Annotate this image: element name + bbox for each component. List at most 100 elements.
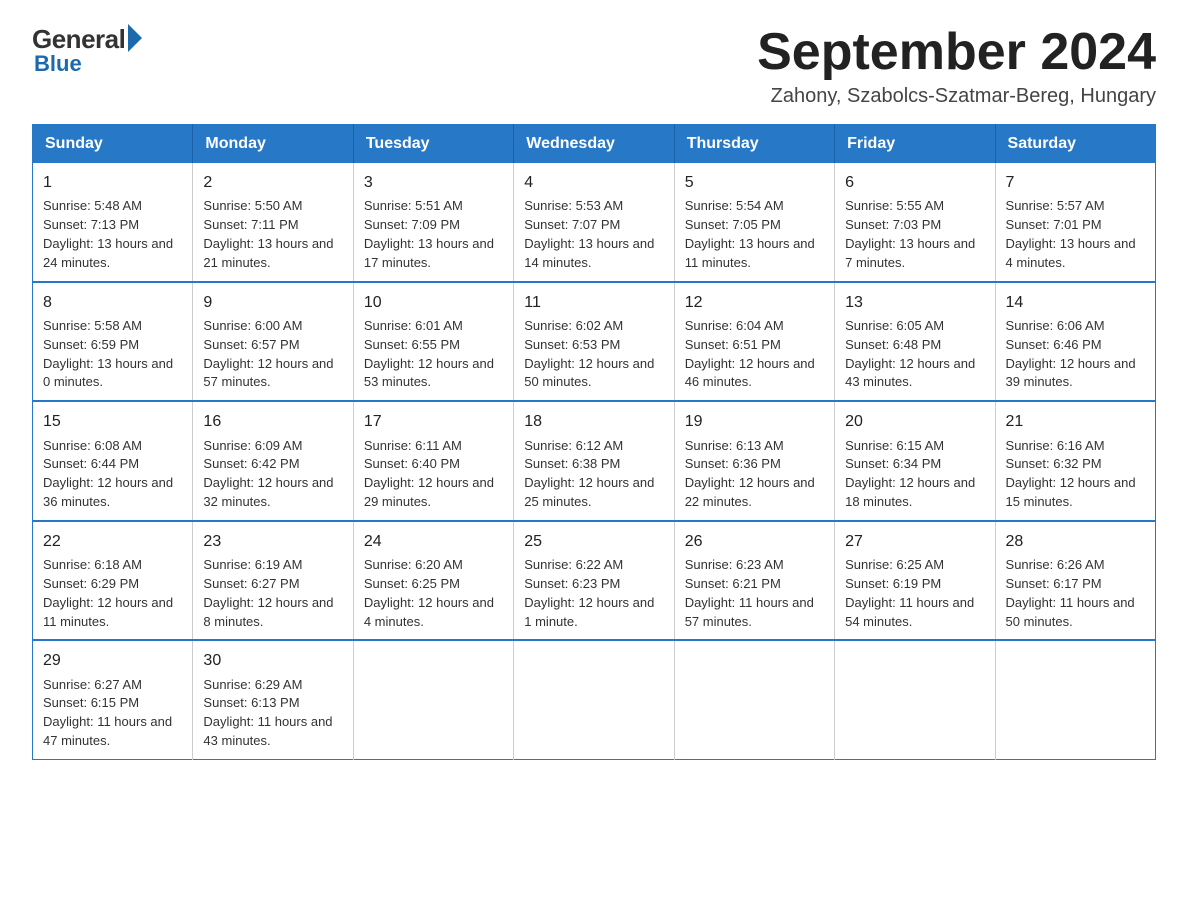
sunrise-text: Sunrise: 6:19 AM bbox=[203, 557, 302, 572]
calendar-cell: 15Sunrise: 6:08 AMSunset: 6:44 PMDayligh… bbox=[33, 401, 193, 521]
calendar-cell: 4Sunrise: 5:53 AMSunset: 7:07 PMDaylight… bbox=[514, 163, 674, 282]
day-number: 1 bbox=[43, 171, 182, 194]
daylight-text: Daylight: 12 hours and 15 minutes. bbox=[1006, 475, 1136, 509]
sunset-text: Sunset: 7:03 PM bbox=[845, 217, 941, 232]
sunrise-text: Sunrise: 5:48 AM bbox=[43, 198, 142, 213]
sunrise-text: Sunrise: 6:18 AM bbox=[43, 557, 142, 572]
sunrise-text: Sunrise: 5:55 AM bbox=[845, 198, 944, 213]
calendar-cell: 25Sunrise: 6:22 AMSunset: 6:23 PMDayligh… bbox=[514, 521, 674, 641]
sunrise-text: Sunrise: 6:25 AM bbox=[845, 557, 944, 572]
daylight-text: Daylight: 13 hours and 11 minutes. bbox=[685, 236, 815, 270]
day-number: 19 bbox=[685, 410, 824, 433]
sunrise-text: Sunrise: 6:11 AM bbox=[364, 438, 462, 453]
day-number: 30 bbox=[203, 649, 342, 672]
day-number: 29 bbox=[43, 649, 182, 672]
sunrise-text: Sunrise: 6:16 AM bbox=[1006, 438, 1105, 453]
daylight-text: Daylight: 13 hours and 0 minutes. bbox=[43, 356, 173, 390]
calendar-cell: 11Sunrise: 6:02 AMSunset: 6:53 PMDayligh… bbox=[514, 282, 674, 402]
day-number: 13 bbox=[845, 291, 984, 314]
sunrise-text: Sunrise: 5:50 AM bbox=[203, 198, 302, 213]
sunrise-text: Sunrise: 6:15 AM bbox=[845, 438, 944, 453]
daylight-text: Daylight: 12 hours and 18 minutes. bbox=[845, 475, 975, 509]
calendar-cell: 16Sunrise: 6:09 AMSunset: 6:42 PMDayligh… bbox=[193, 401, 353, 521]
sunset-text: Sunset: 6:32 PM bbox=[1006, 456, 1102, 471]
calendar-week-row: 1 Sunrise: 5:48 AM Sunset: 7:13 PM Daylight… bbox=[33, 163, 1156, 282]
sunrise-text: Sunrise: 5:51 AM bbox=[364, 198, 463, 213]
day-number: 7 bbox=[1006, 171, 1145, 194]
sunrise-text: Sunrise: 6:09 AM bbox=[203, 438, 302, 453]
sunset-text: Sunset: 7:11 PM bbox=[203, 217, 298, 232]
sunrise-text: Sunrise: 6:23 AM bbox=[685, 557, 784, 572]
calendar-cell: 12Sunrise: 6:04 AMSunset: 6:51 PMDayligh… bbox=[674, 282, 834, 402]
day-number: 2 bbox=[203, 171, 342, 194]
calendar-cell: 3Sunrise: 5:51 AMSunset: 7:09 PMDaylight… bbox=[353, 163, 513, 282]
calendar-cell bbox=[835, 640, 995, 759]
day-number: 4 bbox=[524, 171, 663, 194]
calendar-cell: 27Sunrise: 6:25 AMSunset: 6:19 PMDayligh… bbox=[835, 521, 995, 641]
day-number: 24 bbox=[364, 530, 503, 553]
sunset-text: Sunset: 6:44 PM bbox=[43, 456, 139, 471]
day-number: 15 bbox=[43, 410, 182, 433]
daylight-text: Daylight: 13 hours and 24 minutes. bbox=[43, 236, 173, 270]
calendar-cell: 24Sunrise: 6:20 AMSunset: 6:25 PMDayligh… bbox=[353, 521, 513, 641]
daylight-text: Daylight: 13 hours and 21 minutes. bbox=[203, 236, 333, 270]
daylight-text: Daylight: 12 hours and 57 minutes. bbox=[203, 356, 333, 390]
calendar-header-row: SundayMondayTuesdayWednesdayThursdayFrid… bbox=[33, 125, 1156, 164]
daylight-text: Daylight: 12 hours and 36 minutes. bbox=[43, 475, 173, 509]
sunset-text: Sunset: 6:29 PM bbox=[43, 576, 139, 591]
calendar-week-row: 8Sunrise: 5:58 AMSunset: 6:59 PMDaylight… bbox=[33, 282, 1156, 402]
calendar-cell: 21 Sunrise: 6:16 AM Sunset: 6:32 PM Dayligh… bbox=[995, 401, 1155, 521]
sunrise-text: Sunrise: 6:00 AM bbox=[203, 318, 302, 333]
day-number: 20 bbox=[845, 410, 984, 433]
daylight-text: Daylight: 12 hours and 43 minutes. bbox=[845, 356, 975, 390]
daylight-text: Daylight: 12 hours and 29 minutes. bbox=[364, 475, 494, 509]
sunset-text: Sunset: 6:59 PM bbox=[43, 337, 139, 352]
day-number: 26 bbox=[685, 530, 824, 553]
calendar-cell: 6Sunrise: 5:55 AMSunset: 7:03 PMDaylight… bbox=[835, 163, 995, 282]
sunset-text: Sunset: 6:51 PM bbox=[685, 337, 781, 352]
daylight-text: Daylight: 12 hours and 39 minutes. bbox=[1006, 356, 1136, 390]
sunrise-text: Sunrise: 6:29 AM bbox=[203, 677, 302, 692]
day-number: 6 bbox=[845, 171, 984, 194]
sunrise-text: Sunrise: 6:13 AM bbox=[685, 438, 784, 453]
day-number: 21 bbox=[1006, 410, 1145, 433]
calendar-cell: 9Sunrise: 6:00 AMSunset: 6:57 PMDaylight… bbox=[193, 282, 353, 402]
day-number: 16 bbox=[203, 410, 342, 433]
sunset-text: Sunset: 7:01 PM bbox=[1006, 217, 1102, 232]
sunset-text: Sunset: 6:55 PM bbox=[364, 337, 460, 352]
calendar-table: SundayMondayTuesdayWednesdayThursdayFrid… bbox=[32, 124, 1156, 760]
sunset-text: Sunset: 6:48 PM bbox=[845, 337, 941, 352]
sunrise-text: Sunrise: 5:54 AM bbox=[685, 198, 784, 213]
day-number: 12 bbox=[685, 291, 824, 314]
day-number: 8 bbox=[43, 291, 182, 314]
calendar-cell: 14Sunrise: 6:06 AMSunset: 6:46 PMDayligh… bbox=[995, 282, 1155, 402]
calendar-cell: 18Sunrise: 6:12 AMSunset: 6:38 PMDayligh… bbox=[514, 401, 674, 521]
sunset-text: Sunset: 6:46 PM bbox=[1006, 337, 1102, 352]
sunset-text: Sunset: 7:13 PM bbox=[43, 217, 139, 232]
calendar-cell: 30Sunrise: 6:29 AMSunset: 6:13 PMDayligh… bbox=[193, 640, 353, 759]
daylight-text: Daylight: 11 hours and 54 minutes. bbox=[845, 595, 974, 629]
sunset-text: Sunset: 6:57 PM bbox=[203, 337, 299, 352]
calendar-cell: 28Sunrise: 6:26 AMSunset: 6:17 PMDayligh… bbox=[995, 521, 1155, 641]
day-number: 14 bbox=[1006, 291, 1145, 314]
day-number: 3 bbox=[364, 171, 503, 194]
daylight-text: Daylight: 11 hours and 47 minutes. bbox=[43, 714, 172, 748]
sunset-text: Sunset: 6:27 PM bbox=[203, 576, 299, 591]
sunset-text: Sunset: 6:25 PM bbox=[364, 576, 460, 591]
sunset-text: Sunset: 6:21 PM bbox=[685, 576, 781, 591]
day-number: 22 bbox=[43, 530, 182, 553]
sunrise-text: Sunrise: 6:05 AM bbox=[845, 318, 944, 333]
calendar-cell bbox=[995, 640, 1155, 759]
daylight-text: Daylight: 11 hours and 57 minutes. bbox=[685, 595, 814, 629]
daylight-text: Daylight: 12 hours and 32 minutes. bbox=[203, 475, 333, 509]
calendar-week-row: 22 Sunrise: 6:18 AM Sunset: 6:29 PM Dayligh… bbox=[33, 521, 1156, 641]
calendar-cell: 22 Sunrise: 6:18 AM Sunset: 6:29 PM Dayligh… bbox=[33, 521, 193, 641]
day-number: 18 bbox=[524, 410, 663, 433]
daylight-text: Daylight: 12 hours and 25 minutes. bbox=[524, 475, 654, 509]
daylight-text: Daylight: 13 hours and 4 minutes. bbox=[1006, 236, 1136, 270]
sunrise-text: Sunrise: 5:57 AM bbox=[1006, 198, 1105, 213]
daylight-text: Daylight: 12 hours and 11 minutes. bbox=[43, 595, 173, 629]
daylight-text: Daylight: 11 hours and 43 minutes. bbox=[203, 714, 332, 748]
sunrise-text: Sunrise: 6:12 AM bbox=[524, 438, 623, 453]
calendar-cell: 1 Sunrise: 5:48 AM Sunset: 7:13 PM Daylight… bbox=[33, 163, 193, 282]
